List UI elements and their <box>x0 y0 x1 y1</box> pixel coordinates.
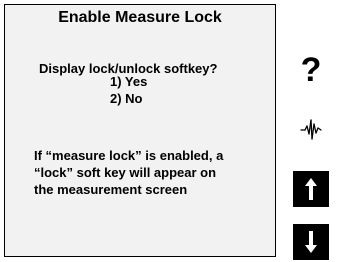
scroll-up-softkey[interactable] <box>293 171 329 207</box>
measure-softkey[interactable] <box>293 111 329 147</box>
device-screen: Enable Measure Lock Display lock/unlock … <box>0 0 338 262</box>
option-no[interactable]: 2) No <box>110 90 143 107</box>
help-icon: ? <box>300 51 322 89</box>
info-text: If “measure lock” is enabled, a “lock” s… <box>34 147 270 198</box>
dialog-panel: Enable Measure Lock Display lock/unlock … <box>4 4 276 257</box>
info-line-2: “lock” soft key will appear on <box>34 165 217 180</box>
page-title: Enable Measure Lock <box>58 9 222 26</box>
option-yes[interactable]: 1) Yes <box>110 73 147 90</box>
info-line-3: the measurement screen <box>34 182 188 197</box>
measure-icon <box>300 119 322 140</box>
scroll-down-softkey[interactable] <box>293 224 329 260</box>
info-line-1: If “measure lock” is enabled, a <box>34 148 224 163</box>
arrow-down-icon <box>305 231 317 253</box>
help-softkey[interactable]: ? <box>293 52 329 88</box>
arrow-up-icon <box>305 178 317 200</box>
